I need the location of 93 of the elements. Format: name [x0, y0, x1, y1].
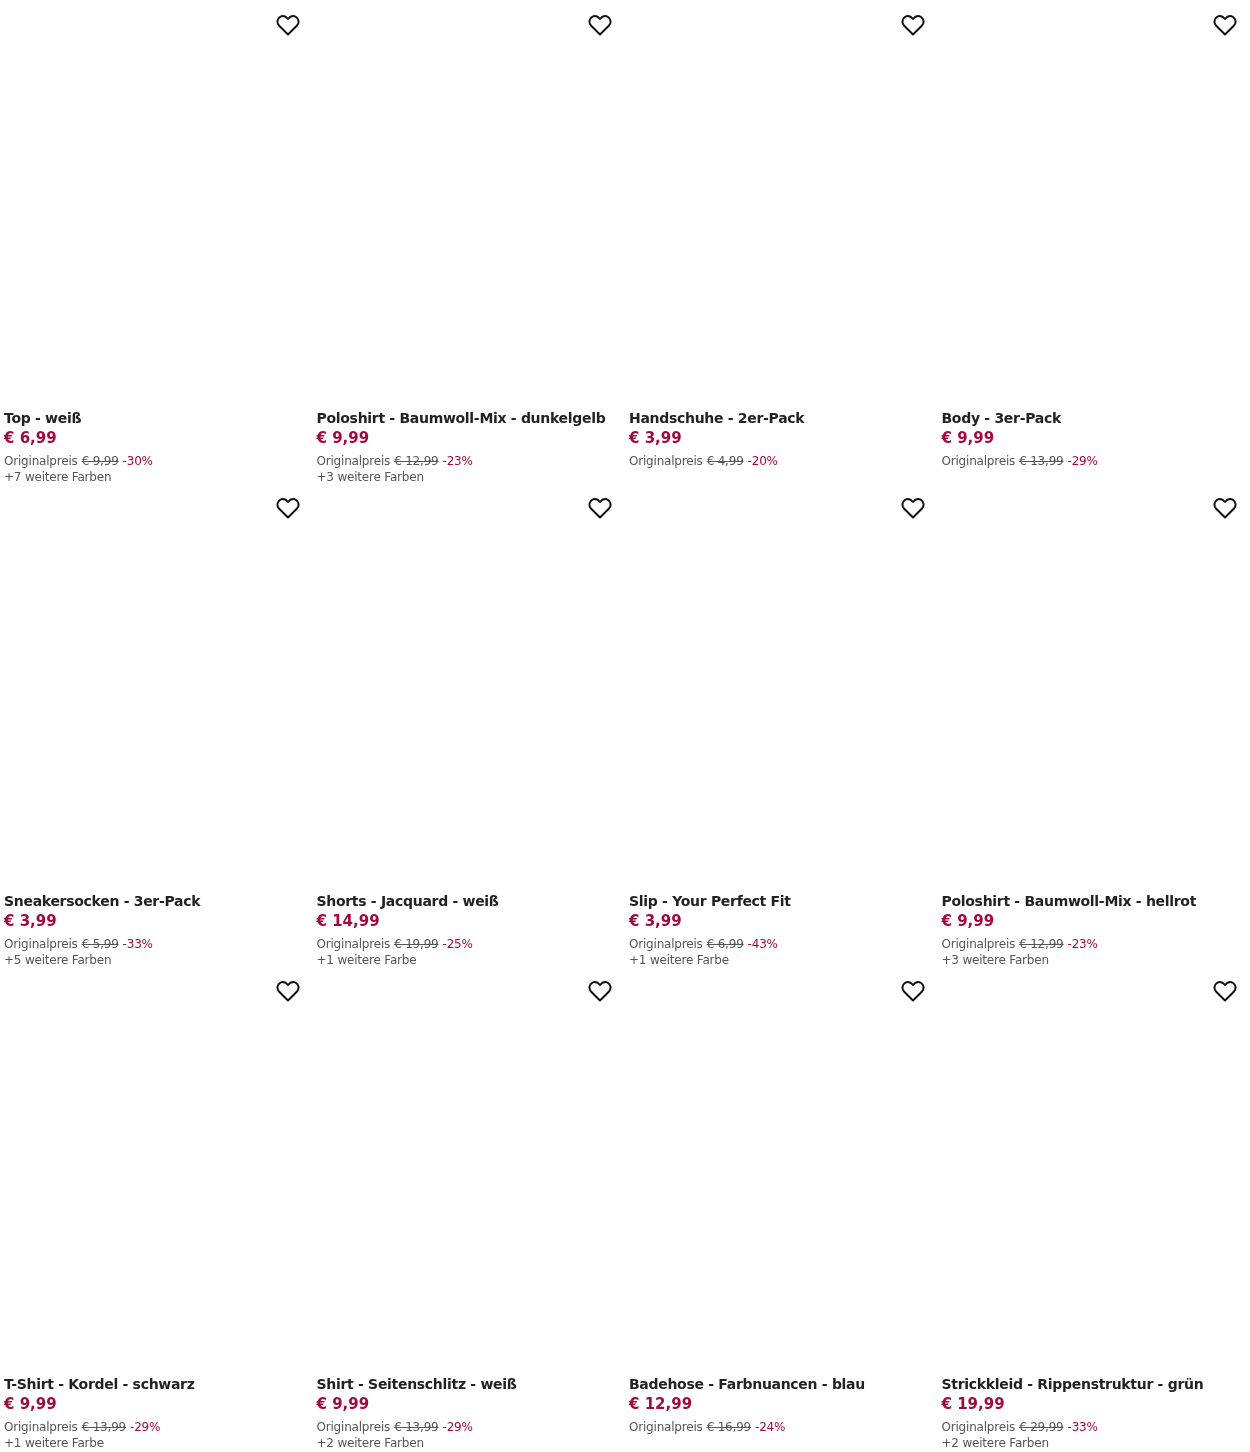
more-colors-text: +3 weitere Farben — [941, 952, 1049, 968]
discount: -33% — [122, 936, 153, 952]
discount: -23% — [1067, 936, 1098, 952]
product-title[interactable]: Strickkleid - Rippenstruktur - grün — [941, 1374, 1204, 1394]
favorite-button[interactable] — [274, 12, 301, 38]
favorite-button[interactable] — [587, 12, 613, 38]
discount: -20% — [747, 453, 778, 469]
favorite-button[interactable] — [899, 495, 926, 521]
product-price: € 9,99 — [941, 911, 995, 931]
favorite-button[interactable] — [274, 495, 301, 521]
product-title[interactable]: Badehose - Farbnuancen - blau — [629, 1374, 865, 1394]
product-price: € 9,99 — [941, 428, 995, 448]
original-price-label: Originalpreis — [4, 936, 78, 952]
heart-icon — [275, 14, 300, 36]
product-title[interactable]: Poloshirt - Baumwoll-Mix - hellrot — [941, 891, 1197, 911]
product-title[interactable]: Slip - Your Perfect Fit — [629, 891, 791, 911]
original-price-label: Originalpreis — [4, 1419, 78, 1435]
heart-icon — [588, 14, 612, 36]
product-price: € 19,99 — [941, 1394, 1005, 1414]
original-price: € 19,99 — [394, 936, 439, 952]
original-price-label: Originalpreis — [316, 453, 391, 469]
favorite-button[interactable] — [1212, 978, 1238, 1004]
original-price: € 4,99 — [706, 453, 744, 469]
original-price-label: Originalpreis — [941, 936, 1016, 952]
heart-icon — [588, 497, 612, 519]
heart-icon — [900, 14, 925, 36]
favorite-button[interactable] — [899, 12, 926, 38]
product-title[interactable]: Body - 3er-Pack — [941, 408, 1061, 428]
product-title[interactable]: Shirt - Seitenschlitz - weiß — [316, 1374, 517, 1394]
discount: -29% — [442, 1419, 473, 1435]
original-price-label: Originalpreis — [629, 453, 703, 469]
discount: -43% — [747, 936, 778, 952]
more-colors-text: +7 weitere Farben — [4, 469, 112, 485]
product-price: € 3,99 — [629, 428, 682, 448]
product-price: € 3,99 — [4, 911, 57, 931]
product-title[interactable]: Top - weiß — [4, 408, 82, 428]
original-price: € 6,99 — [706, 936, 744, 952]
original-price: € 29,99 — [1019, 1419, 1064, 1435]
more-colors-text: +3 weitere Farben — [316, 469, 424, 485]
original-price: € 12,99 — [394, 453, 439, 469]
original-price: € 13,99 — [1019, 453, 1064, 469]
discount: -24% — [755, 1419, 786, 1435]
discount: -23% — [442, 453, 473, 469]
discount: -30% — [122, 453, 153, 469]
original-price: € 9,99 — [81, 453, 119, 469]
product-title[interactable]: Handschuhe - 2er-Pack — [629, 408, 805, 428]
heart-icon — [900, 980, 925, 1002]
more-colors-text: +2 weitere Farben — [316, 1435, 424, 1451]
discount: -29% — [130, 1419, 161, 1435]
more-colors-text: +1 weitere Farbe — [316, 952, 417, 968]
more-colors-text: +5 weitere Farben — [4, 952, 112, 968]
discount: -33% — [1067, 1419, 1098, 1435]
discount: -29% — [1067, 453, 1098, 469]
more-colors-text: +1 weitere Farbe — [629, 952, 729, 968]
heart-icon — [275, 980, 300, 1002]
product-price: € 6,99 — [4, 428, 57, 448]
product-price: € 9,99 — [316, 1394, 370, 1414]
original-price-label: Originalpreis — [316, 936, 391, 952]
original-price-label: Originalpreis — [316, 1419, 391, 1435]
original-price: € 12,99 — [1019, 936, 1064, 952]
original-price: € 13,99 — [394, 1419, 439, 1435]
favorite-button[interactable] — [587, 495, 613, 521]
heart-icon — [1213, 14, 1237, 36]
original-price: € 5,99 — [81, 936, 119, 952]
original-price-label: Originalpreis — [941, 453, 1016, 469]
product-price: € 9,99 — [4, 1394, 57, 1414]
heart-icon — [1213, 497, 1237, 519]
favorite-button[interactable] — [274, 978, 301, 1004]
favorite-button[interactable] — [1212, 12, 1238, 38]
product-price: € 14,99 — [316, 911, 380, 931]
heart-icon — [275, 497, 300, 519]
original-price-label: Originalpreis — [4, 453, 78, 469]
heart-icon — [900, 497, 925, 519]
discount: -25% — [442, 936, 473, 952]
product-price: € 9,99 — [316, 428, 370, 448]
product-title[interactable]: Poloshirt - Baumwoll-Mix - dunkelgelb — [316, 408, 606, 428]
favorite-button[interactable] — [587, 978, 613, 1004]
more-colors-text: +1 weitere Farbe — [4, 1435, 104, 1451]
favorite-button[interactable] — [899, 978, 926, 1004]
original-price-label: Originalpreis — [629, 1419, 703, 1435]
product-price: € 12,99 — [629, 1394, 693, 1414]
product-title[interactable]: Shorts - Jacquard - weiß — [316, 891, 499, 911]
heart-icon — [1213, 980, 1237, 1002]
original-price: € 16,99 — [706, 1419, 752, 1435]
product-price: € 3,99 — [629, 911, 682, 931]
more-colors-text: +2 weitere Farben — [941, 1435, 1049, 1451]
favorite-button[interactable] — [1212, 495, 1238, 521]
original-price: € 13,99 — [81, 1419, 127, 1435]
heart-icon — [588, 980, 612, 1002]
product-title[interactable]: Sneakersocken - 3er-Pack — [4, 891, 201, 911]
original-price-label: Originalpreis — [629, 936, 703, 952]
product-title[interactable]: T-Shirt - Kordel - schwarz — [4, 1374, 195, 1394]
original-price-label: Originalpreis — [941, 1419, 1016, 1435]
